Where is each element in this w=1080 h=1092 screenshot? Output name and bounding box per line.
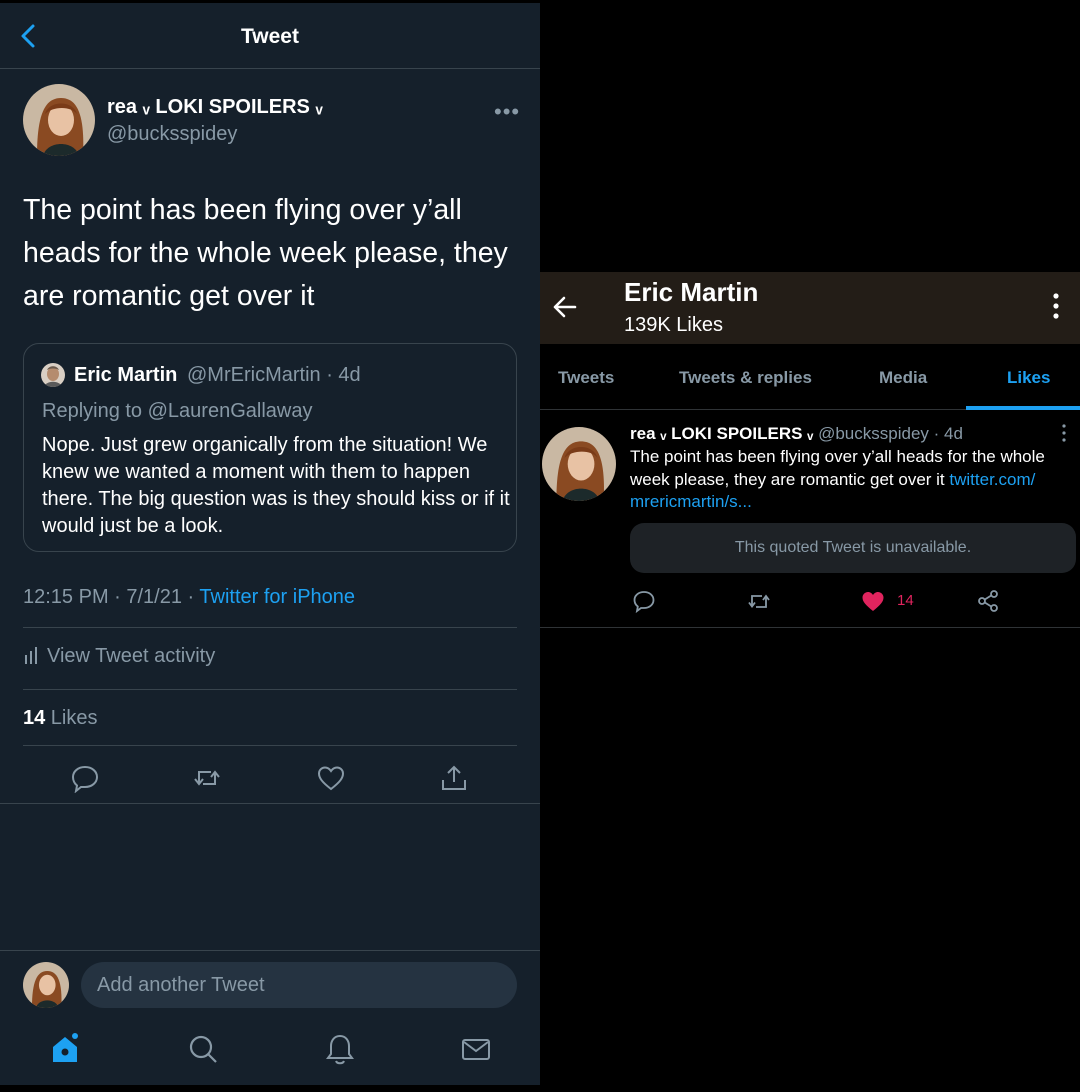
tab-likes[interactable]: Likes (1007, 368, 1050, 388)
quoted-text: Nope. Just grew organically from the sit… (42, 434, 510, 537)
tab-tweets-replies[interactable]: Tweets & replies (679, 368, 812, 388)
likes-summary[interactable]: 14 Likes (23, 707, 98, 730)
page-title: Tweet (241, 25, 299, 48)
messages-icon[interactable] (461, 1033, 491, 1065)
notifications-icon[interactable] (325, 1033, 355, 1065)
divider (23, 745, 517, 746)
share-icon[interactable] (976, 589, 1000, 613)
active-tab-indicator (966, 406, 1080, 410)
like-count: 14 (897, 592, 914, 609)
timestamp-text: 12:15 PM · 7/1/21 · (23, 586, 200, 608)
share-icon[interactable] (439, 763, 469, 793)
likes-label: Likes (45, 707, 98, 729)
tweet-timestamp: 12:15 PM · 7/1/21 · Twitter for iPhone (23, 586, 355, 609)
author-handle[interactable]: @bucksspidey (107, 123, 237, 146)
activity-label: View Tweet activity (47, 645, 216, 667)
back-arrow-icon[interactable] (552, 294, 578, 320)
likes-count: 14 (23, 707, 46, 729)
retweet-icon[interactable] (192, 763, 222, 793)
quoted-author-meta: @MrEricMartin · 4d (187, 364, 361, 386)
reply-icon[interactable] (70, 763, 100, 793)
quoted-author-name: Eric Martin (74, 364, 178, 386)
replying-to: Replying to @LaurenGallaway (42, 400, 313, 422)
reply-icon[interactable] (632, 589, 656, 613)
avatar[interactable] (23, 84, 95, 156)
avatar (41, 363, 65, 387)
analytics-icon (25, 647, 37, 664)
quoted-tweet[interactable]: Eric Martin @MrEricMartin · 4d Replying … (23, 343, 517, 552)
tweet-detail-screen: Tweet rea ᵥ LOKI SPOILERS ᵥ @bucksspidey… (0, 3, 540, 1085)
top-bar: Tweet (0, 3, 540, 69)
compose-input[interactable]: Add another Tweet (81, 962, 517, 1008)
divider (0, 950, 540, 951)
tweet-source-link[interactable]: Twitter for iPhone (199, 586, 355, 608)
liked-tweet-text: The point has been flying over y’all hea… (630, 446, 1070, 514)
more-icon[interactable] (1060, 423, 1068, 443)
search-icon[interactable] (188, 1033, 218, 1065)
view-tweet-activity[interactable]: View Tweet activity (23, 645, 215, 668)
liked-author-meta: @bucksspidey · 4d (818, 424, 963, 443)
divider (23, 627, 517, 628)
quoted-unavailable-notice: This quoted Tweet is unavailable. (630, 523, 1076, 573)
profile-likes-screen: Eric Martin 139K Likes Tweets Tweets & r… (540, 0, 1080, 1092)
profile-header: Eric Martin 139K Likes (540, 272, 1080, 344)
retweet-icon[interactable] (746, 589, 772, 613)
profile-tabs: Tweets Tweets & replies Media Likes (540, 344, 1080, 410)
tab-media[interactable]: Media (879, 368, 927, 388)
divider (540, 627, 1080, 628)
author-name[interactable]: rea ᵥ LOKI SPOILERS ᵥ (107, 96, 323, 119)
liked-author-name[interactable]: rea ᵥ LOKI SPOILERS ᵥ (630, 424, 813, 443)
tweet-text: The point has been flying over y’all hea… (23, 194, 508, 312)
avatar (23, 962, 69, 1008)
like-icon[interactable] (316, 763, 346, 793)
profile-likes-count: 139K Likes (624, 314, 723, 336)
heart-filled-icon[interactable] (861, 589, 885, 613)
kebab-icon[interactable] (1048, 290, 1064, 322)
profile-name: Eric Martin (624, 277, 759, 307)
divider (23, 689, 517, 690)
divider (0, 803, 540, 804)
avatar[interactable] (542, 427, 616, 501)
tab-tweets[interactable]: Tweets (558, 368, 614, 388)
home-icon[interactable] (50, 1033, 80, 1065)
more-dots-icon[interactable]: ••• (494, 99, 520, 125)
liked-tweet-header: rea ᵥ LOKI SPOILERS ᵥ @bucksspidey · 4d (630, 424, 963, 444)
